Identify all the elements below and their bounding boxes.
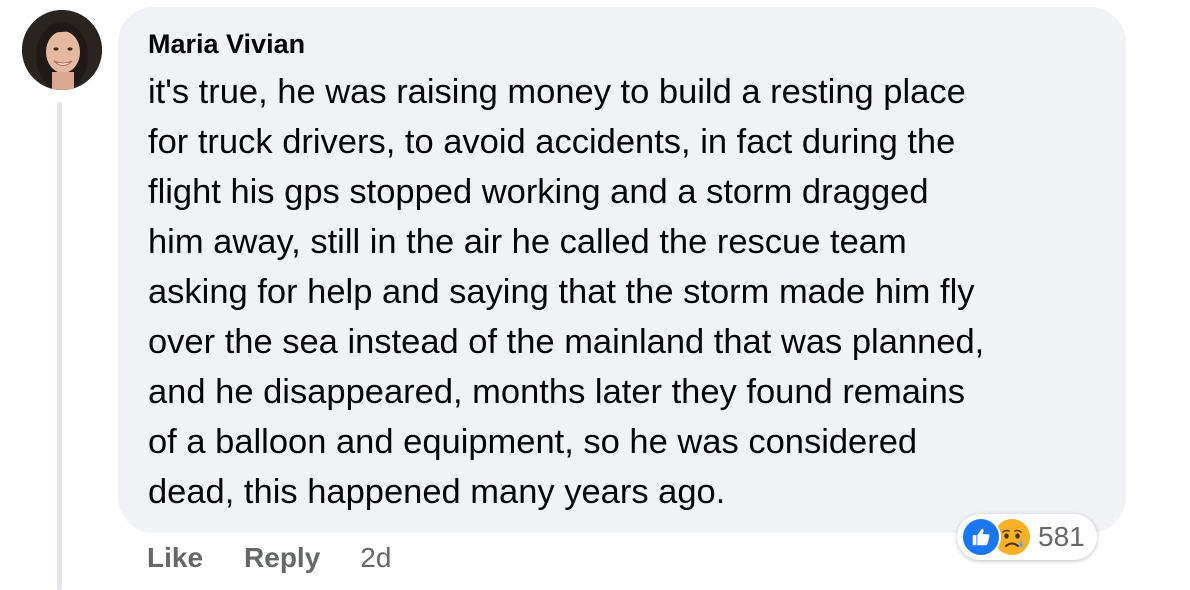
comment-text-line: over the sea instead of the mainland tha… <box>148 323 985 361</box>
like-reaction-icon <box>961 517 1001 557</box>
comment-text-line: for truck drivers, to avoid accidents, i… <box>148 123 956 161</box>
reactions-summary[interactable]: 581 <box>957 514 1097 560</box>
comment-text-line: and he disappeared, months later they fo… <box>148 373 966 411</box>
comment-actions: Like Reply 2d <box>147 540 391 576</box>
comment-author-name[interactable]: Maria Vivian <box>148 29 305 60</box>
comment-text-line: of a balloon and equipment, so he was co… <box>148 423 918 461</box>
avatar[interactable] <box>22 10 102 90</box>
like-button[interactable]: Like <box>147 542 203 574</box>
reaction-count: 581 <box>1038 521 1085 552</box>
comment-bubble: Maria Vivian it's true, he was raising m… <box>118 7 1126 533</box>
avatar-photo-icon <box>22 10 102 90</box>
comment-text-line: dead, this happened many years ago. <box>148 473 726 511</box>
thread-line <box>57 102 62 590</box>
comment-timestamp[interactable]: 2d <box>360 542 391 574</box>
comment-text-line: him away, still in the air he called the… <box>148 223 907 261</box>
comment-text-line: asking for help and saying that the stor… <box>148 273 975 311</box>
comment-text-line: it's true, he was raising money to build… <box>148 73 966 111</box>
reply-button[interactable]: Reply <box>244 542 320 574</box>
comment-text: it's true, he was raising money to build… <box>148 67 1108 517</box>
comment-text-line: flight his gps stopped working and a sto… <box>148 173 929 211</box>
